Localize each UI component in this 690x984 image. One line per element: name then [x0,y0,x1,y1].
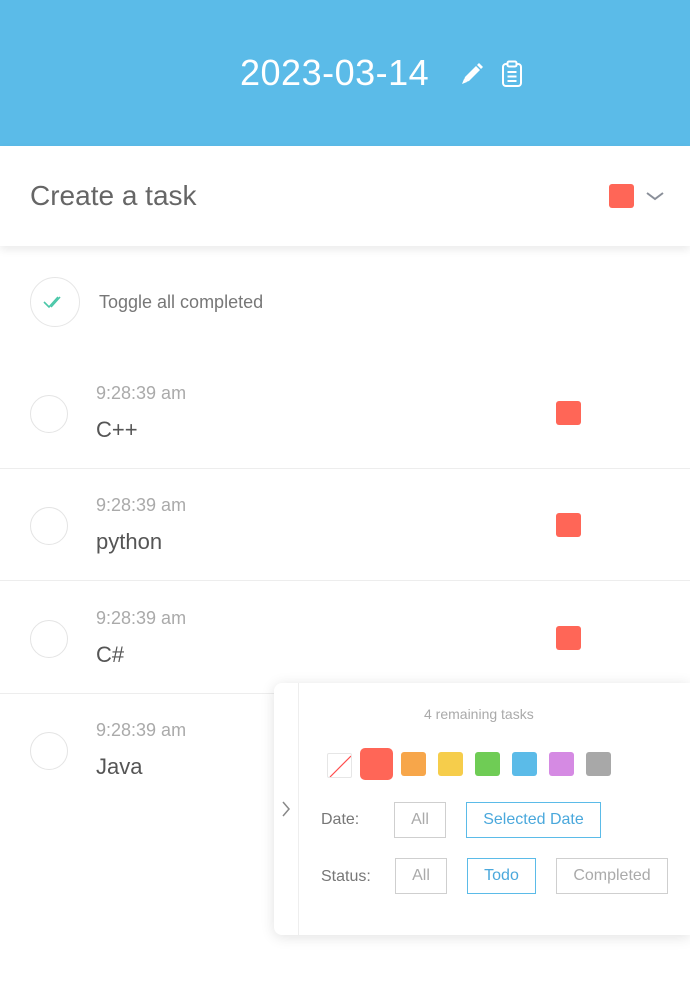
color-swatch-yellow[interactable] [438,752,463,776]
task-time: 9:28:39 am [96,720,187,740]
complete-checkbox[interactable] [30,395,68,433]
chevron-right-icon[interactable] [274,683,299,935]
color-swatch-purple[interactable] [549,752,574,776]
selected-date[interactable]: 2023-03-14 [240,52,429,94]
task-title[interactable]: Java [96,754,142,780]
status-filter-label: Status: [321,868,371,885]
date-filter-all[interactable]: All [394,802,446,838]
task-time: 9:28:39 am [96,495,187,515]
filter-panel: 4 remaining tasks Date: All Selected Dat… [274,683,690,935]
complete-checkbox[interactable] [30,732,68,770]
remaining-count: 4 remaining tasks [424,706,534,722]
status-filter-all[interactable]: All [395,858,447,894]
no-color-swatch[interactable] [327,753,352,778]
task-item: 9:28:39 am python [0,469,690,581]
color-swatch-red[interactable] [360,748,393,780]
chevron-down-icon[interactable] [644,186,666,206]
clipboard-icon[interactable] [498,60,526,88]
pen-icon[interactable] [458,60,486,88]
status-filter-todo[interactable]: Todo [467,858,536,894]
task-time: 9:28:39 am [96,383,187,403]
task-color-tag[interactable] [556,626,581,650]
complete-checkbox[interactable] [30,507,68,545]
task-color-tag[interactable] [556,401,581,425]
task-color-selector[interactable] [609,184,634,208]
task-title[interactable]: python [96,529,162,555]
color-swatch-blue[interactable] [512,752,537,776]
task-color-tag[interactable] [556,513,581,537]
complete-checkbox[interactable] [30,620,68,658]
header: 2023-03-14 [0,0,690,146]
create-task-bar [0,146,690,246]
create-task-input[interactable] [30,172,570,220]
task-item: 9:28:39 am C++ [0,357,690,469]
color-swatch-orange[interactable] [401,752,426,776]
status-filter-completed[interactable]: Completed [556,858,668,894]
task-title[interactable]: C# [96,642,124,668]
color-swatch-gray[interactable] [586,752,611,776]
task-time: 9:28:39 am [96,608,187,628]
double-check-icon[interactable] [30,277,80,327]
date-filter-label: Date: [321,811,360,828]
toggle-all-row: Toggle all completed [0,276,690,330]
color-swatch-green[interactable] [475,752,500,776]
date-filter-selected[interactable]: Selected Date [466,802,601,838]
task-title[interactable]: C++ [96,417,138,443]
task-item: 9:28:39 am C# [0,582,690,694]
toggle-all-label[interactable]: Toggle all completed [99,292,263,313]
